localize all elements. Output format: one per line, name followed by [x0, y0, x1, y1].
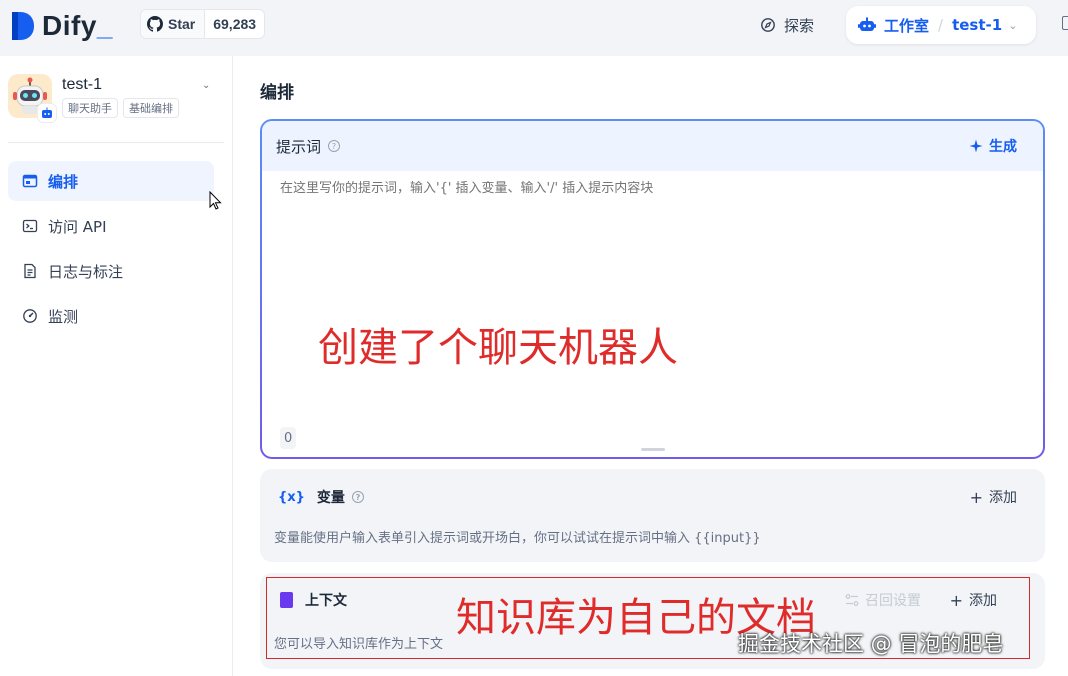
sidebar-item-logs[interactable]: 日志与标注	[8, 251, 214, 291]
app-type-badge	[38, 104, 56, 122]
gauge-icon	[23, 309, 37, 323]
current-app-name: test-1	[952, 16, 1003, 34]
annotation-text: 创建了个聊天机器人	[318, 325, 678, 371]
explore-label: 探索	[784, 16, 815, 35]
dify-logo-icon	[12, 12, 34, 40]
variable-icon: {x}	[278, 489, 305, 505]
generate-label: 生成	[989, 139, 1017, 155]
context-title: 上下文	[305, 593, 347, 609]
char-count: 0	[280, 427, 297, 449]
divider	[8, 142, 224, 143]
file-list-icon	[24, 263, 36, 279]
panel-icon[interactable]	[1062, 16, 1068, 30]
add-variable-button[interactable]: + 添加	[970, 487, 1017, 507]
resize-handle[interactable]	[641, 448, 665, 451]
recall-settings-button[interactable]: 召回设置	[845, 590, 921, 610]
help-icon[interactable]: ?	[328, 140, 341, 152]
prompt-header: 提示词 ? 生成	[262, 121, 1043, 171]
mouse-cursor-icon	[209, 191, 222, 210]
logo-text: Dify_	[42, 10, 113, 41]
compass-icon	[761, 18, 775, 32]
recall-label: 召回设置	[865, 593, 921, 609]
help-icon[interactable]: ?	[351, 491, 364, 503]
breadcrumb-separator: /	[938, 16, 944, 34]
variables-description: 变量能使用户输入表单引入提示词或开场白，你可以试试在提示词中输入 {{input…	[274, 531, 761, 546]
context-description: 您可以导入知识库作为上下文	[274, 637, 444, 652]
add-label: 添加	[969, 593, 997, 609]
sidebar-item-label: 日志与标注	[48, 262, 124, 281]
plus-icon: +	[969, 487, 983, 507]
settings-sliders-icon	[845, 594, 859, 606]
sidebar-nav: 编排 访问 API 日志与标注 监测	[8, 161, 214, 341]
sidebar-item-label: 编排	[48, 172, 79, 191]
document-icon	[280, 592, 293, 608]
terminal-icon	[22, 219, 38, 233]
plus-icon: +	[949, 590, 963, 610]
sidebar-item-api[interactable]: 访问 API	[8, 206, 214, 246]
github-icon	[147, 16, 163, 32]
layout-icon	[22, 174, 38, 188]
star-count: 69,283	[213, 16, 257, 32]
github-star-button[interactable]: Star 69,283	[140, 9, 266, 39]
robot-icon	[858, 17, 876, 31]
variables-title: 变量	[316, 490, 345, 506]
dify-logo[interactable]: Dify_	[10, 8, 113, 44]
sidebar-item-orchestrate[interactable]: 编排	[8, 161, 214, 201]
app-info-card[interactable]: test-1 ⌄ 聊天助手 基础编排	[8, 74, 220, 126]
workspace-switcher[interactable]: 工作室 / test-1 ⌄	[846, 6, 1036, 44]
chat-bot-icon	[42, 107, 52, 118]
sidebar: test-1 ⌄ 聊天助手 基础编排 编排 访问 API 日志与标注 监测	[0, 56, 233, 676]
top-bar: Dify_ Star 69,283 探索 工作室 / test-1 ⌄	[0, 0, 1068, 56]
generate-button[interactable]: 生成	[969, 136, 1017, 156]
app-orchestration-tag: 基础编排	[123, 98, 179, 118]
page-title: 编排	[260, 83, 294, 103]
chevron-down-icon: ⌄	[1008, 18, 1018, 32]
sidebar-item-label: 访问 API	[48, 217, 107, 236]
prompt-editor: 提示词 ? 生成 创建了个聊天机器人 0	[260, 119, 1045, 459]
explore-link[interactable]: 探索	[760, 12, 814, 38]
watermark-text: 掘金技术社区 @ 冒泡的肥皂	[738, 632, 1004, 656]
app-name: test-1	[62, 76, 103, 93]
sidebar-item-monitor[interactable]: 监测	[8, 296, 214, 336]
sidebar-item-label: 监测	[48, 307, 79, 326]
variables-header: {x} 变量 ?	[278, 487, 364, 507]
chevron-down-icon[interactable]: ⌄	[202, 80, 210, 91]
app-mode-tag: 聊天助手	[62, 98, 118, 118]
sparkle-icon	[969, 139, 983, 153]
workspace-label: 工作室	[884, 16, 930, 35]
add-label: 添加	[989, 490, 1017, 506]
context-header: 上下文	[280, 590, 347, 610]
add-context-button[interactable]: + 添加	[950, 590, 997, 610]
variables-panel: {x} 变量 ? + 添加 变量能使用户输入表单引入提示词或开场白，你可以试试在…	[260, 469, 1045, 562]
star-label: Star	[168, 16, 196, 32]
prompt-title: 提示词	[276, 137, 322, 156]
main-panel: 编排 提示词 ? 生成 创建了个聊天机器人 0 {x} 变量 ?	[233, 56, 1068, 676]
prompt-input[interactable]	[280, 181, 1020, 196]
